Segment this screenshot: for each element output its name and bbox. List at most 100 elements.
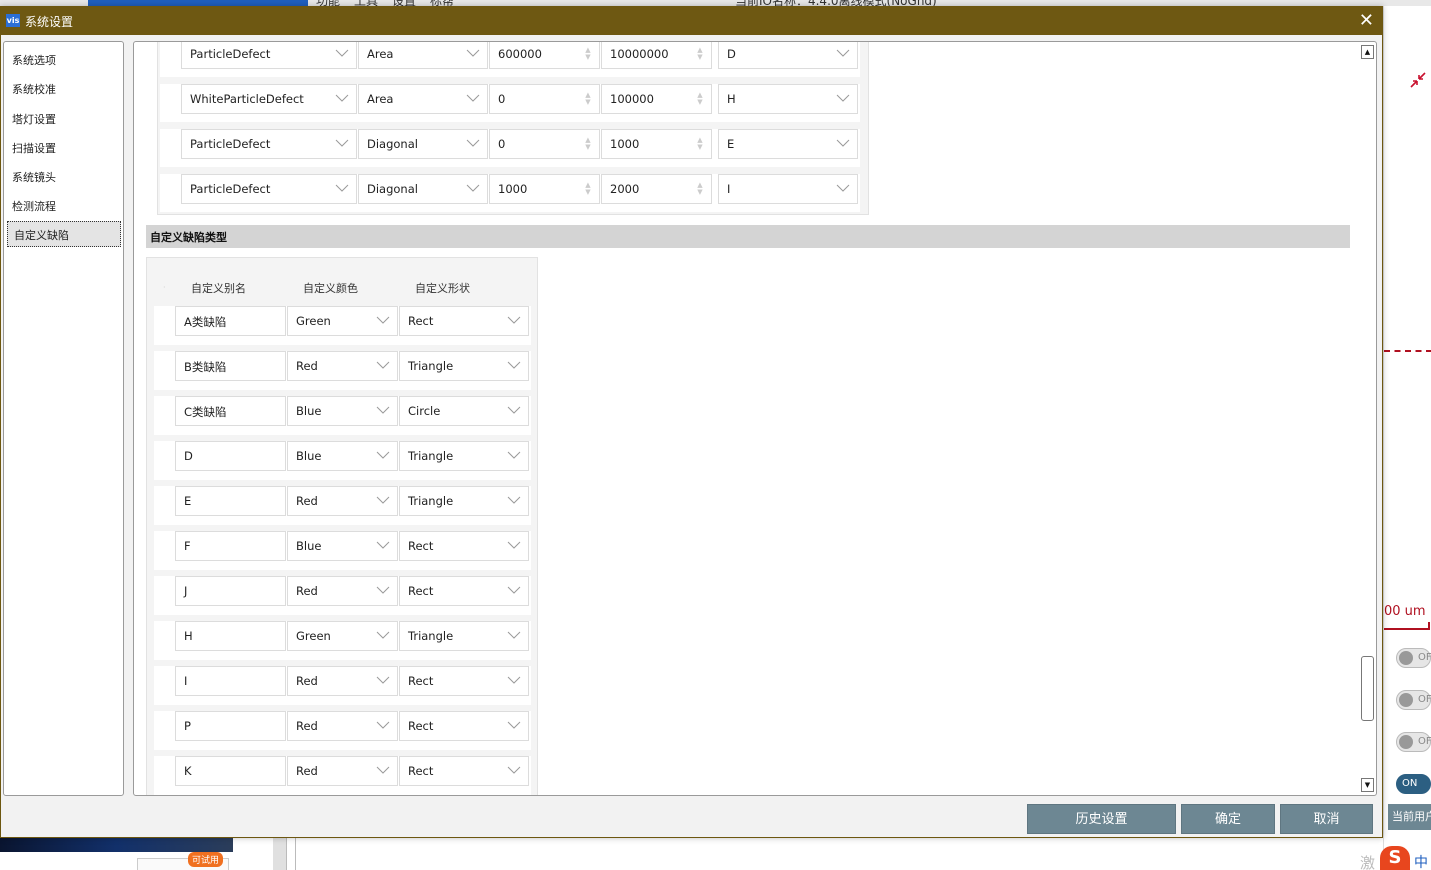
toggle-switch-4[interactable]: ON <box>1396 774 1431 794</box>
color-select[interactable]: Blue <box>287 531 398 561</box>
spinner-icon[interactable]: ▲ ▼ <box>583 137 593 151</box>
max-value-spinbox[interactable]: 1000 ▲ ▼ <box>601 129 712 159</box>
min-value-spinbox[interactable]: 1000 ▲ ▼ <box>489 174 600 204</box>
level-select[interactable]: I <box>718 174 858 204</box>
collapse-icon[interactable] <box>1408 70 1428 90</box>
color-select[interactable]: Red <box>287 666 398 696</box>
min-value-spinbox[interactable]: 0 ▲ ▼ <box>489 129 600 159</box>
metric-select[interactable]: Area <box>358 84 488 114</box>
nav-item-system-calibration[interactable]: 系统校准 <box>12 81 56 97</box>
spinner-icon[interactable]: ▲ ▼ <box>583 47 593 61</box>
select-value: Red <box>296 674 318 688</box>
metric-select[interactable]: Diagonal <box>358 129 488 159</box>
max-value-spinbox[interactable]: 10000000 ▲ ▼ <box>601 42 712 69</box>
alias-input[interactable]: A类缺陷 <box>175 306 286 336</box>
alias-input[interactable]: K <box>175 756 286 786</box>
color-select[interactable]: Blue <box>287 441 398 471</box>
alias-input[interactable]: P <box>175 711 286 741</box>
color-select[interactable]: Red <box>287 576 398 606</box>
max-value-spinbox[interactable]: 100000 ▲ ▼ <box>601 84 712 114</box>
rule-row: WhiteParticleDefect Area 0 ▲ ▼ 100000 ▲ ▼ H <box>160 84 860 122</box>
spinner-icon[interactable]: ▲ ▼ <box>583 182 593 196</box>
color-select[interactable]: Red <box>287 711 398 741</box>
toggle-label: OFF <box>1418 736 1431 747</box>
history-settings-button[interactable]: 历史设置 <box>1027 804 1176 834</box>
ime-lang[interactable]: 中 <box>1414 852 1428 870</box>
metric-select[interactable]: Area <box>358 42 488 69</box>
cancel-button[interactable]: 取消 <box>1280 804 1373 834</box>
shape-select[interactable]: Rect <box>399 711 529 741</box>
chevron-down-icon <box>506 492 522 508</box>
color-select[interactable]: Blue <box>287 396 398 426</box>
nav-item-inspection-flow[interactable]: 检测流程 <box>12 198 56 214</box>
scroll-up-icon[interactable]: ▲ <box>1361 45 1374 59</box>
ime-logo-icon[interactable]: S <box>1380 846 1410 870</box>
max-value-spinbox[interactable]: 2000 ▲ ▼ <box>601 174 712 204</box>
shape-select[interactable]: Rect <box>399 756 529 786</box>
color-select[interactable]: Green <box>287 306 398 336</box>
defect-type-select[interactable]: ParticleDefect <box>181 42 357 69</box>
defect-type-select[interactable]: WhiteParticleDefect <box>181 84 357 114</box>
color-select[interactable]: Green <box>287 621 398 651</box>
spinner-icon[interactable]: ▲ ▼ <box>695 137 705 151</box>
nav-item-tower-light[interactable]: 塔灯设置 <box>12 111 56 127</box>
shape-select[interactable]: Triangle <box>399 441 529 471</box>
close-icon[interactable]: ✕ <box>1359 10 1374 31</box>
toggle-switch-3[interactable]: OFF <box>1396 732 1431 752</box>
shape-select[interactable]: Rect <box>399 531 529 561</box>
shape-select[interactable]: Rect <box>399 576 529 606</box>
alias-input[interactable]: D <box>175 441 286 471</box>
alias-input[interactable]: J <box>175 576 286 606</box>
level-select[interactable]: H <box>718 84 858 114</box>
spinner-icon[interactable]: ▲ ▼ <box>695 92 705 106</box>
shape-select[interactable]: Rect <box>399 306 529 336</box>
vertical-scrollbar[interactable]: ▲ ▼ <box>1360 42 1376 795</box>
alias-input[interactable]: F <box>175 531 286 561</box>
alias-input[interactable]: E <box>175 486 286 516</box>
alias-input[interactable]: I <box>175 666 286 696</box>
color-select[interactable]: Red <box>287 486 398 516</box>
current-user-button[interactable]: 当前用户 <box>1388 804 1431 830</box>
spinner-icon[interactable]: ▲ ▼ <box>695 47 705 61</box>
spin-value: 100000 <box>610 92 654 106</box>
nav-item-system-lens[interactable]: 系统镜头 <box>12 169 56 185</box>
defect-type-select[interactable]: ParticleDefect <box>181 129 357 159</box>
metric-select[interactable]: Diagonal <box>358 174 488 204</box>
shape-select[interactable]: Circle <box>399 396 529 426</box>
alias-input[interactable]: C类缺陷 <box>175 396 286 426</box>
select-value: Red <box>296 494 318 508</box>
toggle-switch-2[interactable]: OFF <box>1396 690 1431 710</box>
shape-select[interactable]: Rect <box>399 666 529 696</box>
shape-select[interactable]: Triangle <box>399 486 529 516</box>
defect-rule-panel: ParticleDefect Area 600000 ▲ ▼ 10000000 ▲ ▼ … <box>157 42 869 215</box>
toggle-switch-1[interactable]: OFF <box>1396 648 1431 668</box>
chevron-down-icon <box>506 357 522 373</box>
spin-value: 600000 <box>498 47 542 61</box>
chevron-down-icon <box>375 402 391 418</box>
alias-input[interactable]: H <box>175 621 286 651</box>
alias-input[interactable]: B类缺陷 <box>175 351 286 381</box>
select-value: Green <box>296 629 331 643</box>
select-value: Rect <box>408 584 434 598</box>
shape-select[interactable]: Triangle <box>399 351 529 381</box>
defect-type-select[interactable]: ParticleDefect <box>181 174 357 204</box>
spinner-icon[interactable]: ▲ ▼ <box>583 92 593 106</box>
input-value: E <box>184 494 192 508</box>
shape-select[interactable]: Triangle <box>399 621 529 651</box>
input-value: H <box>184 629 193 643</box>
level-select[interactable]: D <box>718 42 858 69</box>
ok-button[interactable]: 确定 <box>1181 804 1275 834</box>
min-value-spinbox[interactable]: 600000 ▲ ▼ <box>489 42 600 69</box>
toggle-label: OFF <box>1418 652 1431 663</box>
nav-item-system-options[interactable]: 系统选项 <box>12 52 56 68</box>
nav-item-custom-defect[interactable]: 自定义缺陷 <box>7 221 121 247</box>
scroll-down-icon[interactable]: ▼ <box>1361 778 1374 792</box>
min-value-spinbox[interactable]: 0 ▲ ▼ <box>489 84 600 114</box>
color-select[interactable]: Red <box>287 351 398 381</box>
scrollbar-thumb[interactable] <box>1361 656 1374 721</box>
level-select[interactable]: E <box>718 129 858 159</box>
select-value: I <box>727 182 731 196</box>
spinner-icon[interactable]: ▲ ▼ <box>695 182 705 196</box>
nav-item-scan-settings[interactable]: 扫描设置 <box>12 140 56 156</box>
color-select[interactable]: Red <box>287 756 398 786</box>
